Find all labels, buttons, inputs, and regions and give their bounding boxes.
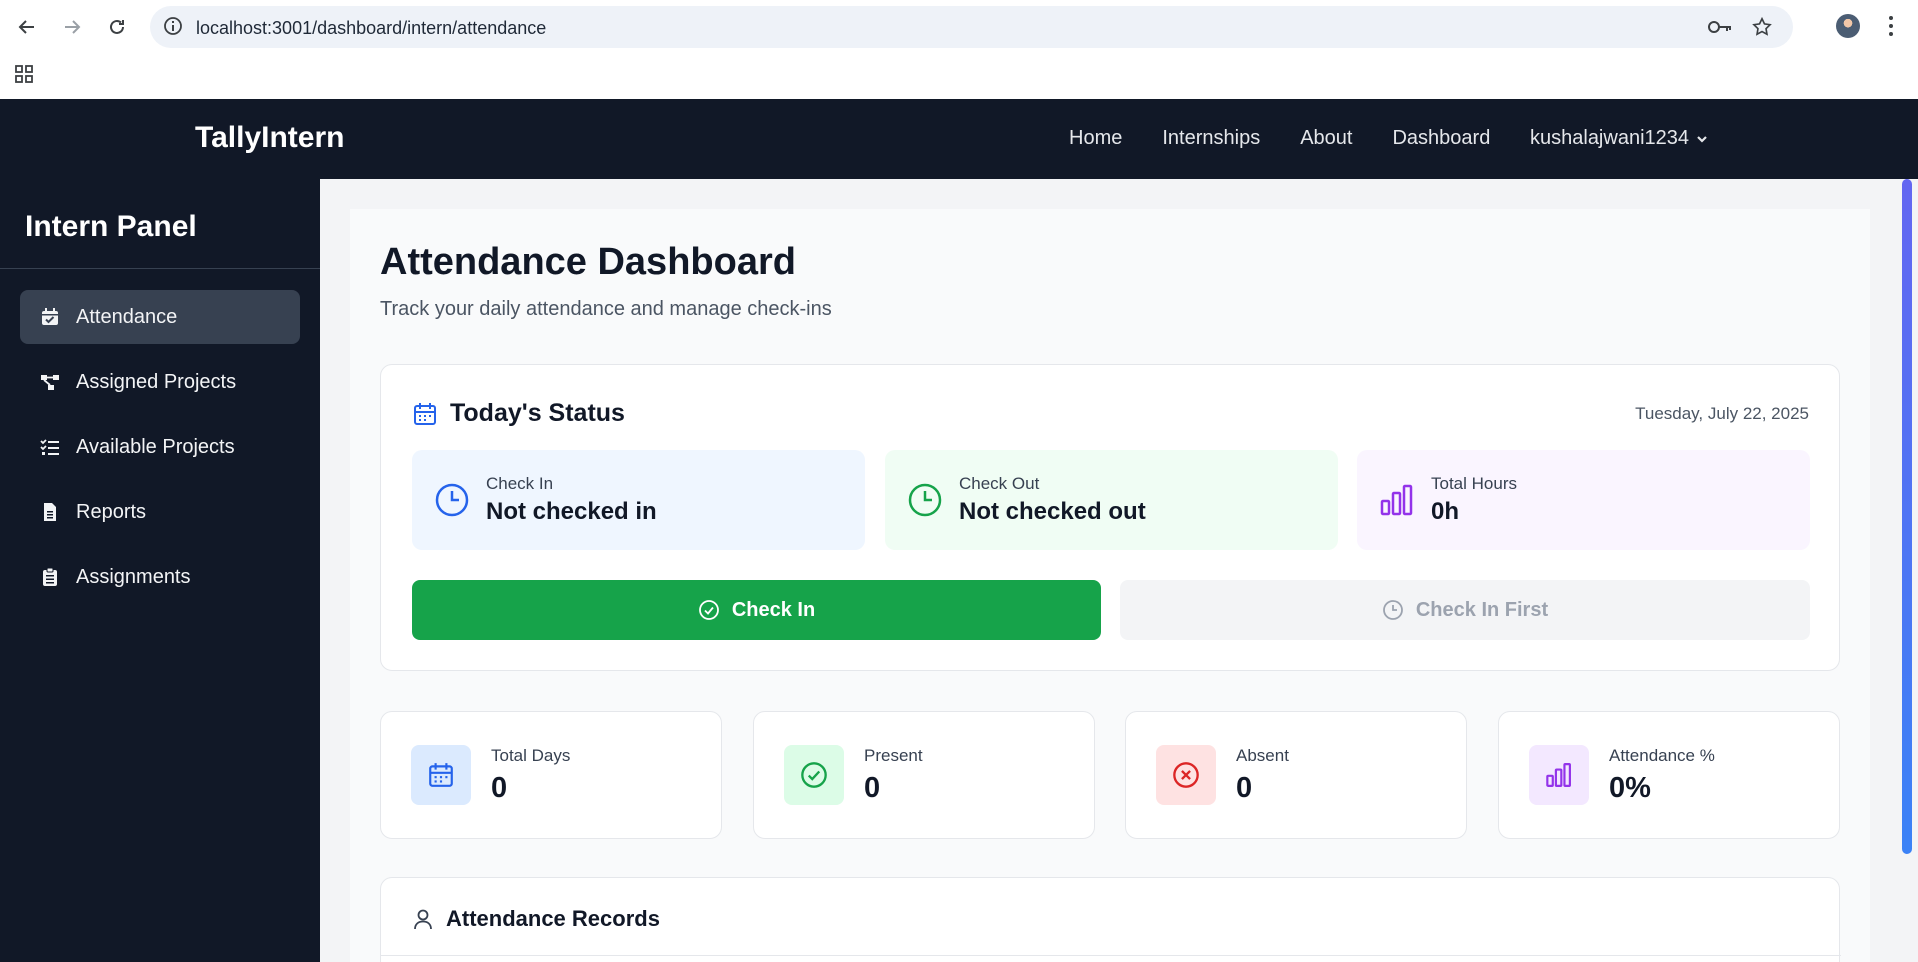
attendance-records-heading: Attendance Records <box>412 906 660 932</box>
chevron-down-icon <box>1697 135 1707 143</box>
nav-home[interactable]: Home <box>1069 127 1122 150</box>
stat-attendance-percent: Attendance % 0% <box>1498 711 1840 839</box>
check-out-tile: Check Out Not checked out <box>885 450 1338 550</box>
address-bar[interactable]: localhost:3001/dashboard/intern/attendan… <box>150 6 1793 48</box>
stat-value: 0 <box>864 772 881 804</box>
records-divider <box>381 955 1841 956</box>
sidebar-item-label: Available Projects <box>76 435 235 458</box>
sidebar-item-label: Assignments <box>76 565 191 588</box>
project-diagram-icon <box>41 375 59 390</box>
sidebar-item-label: Reports <box>76 500 147 523</box>
page-title: Attendance Dashboard <box>380 241 796 283</box>
stat-label: Attendance % <box>1609 746 1715 765</box>
stat-label: Present <box>864 746 923 765</box>
sidebar-item-attendance[interactable]: Attendance <box>20 290 300 344</box>
forward-icon[interactable] <box>59 14 85 40</box>
calendar-icon <box>414 402 436 425</box>
sidebar: Intern Panel Attendance Assigned Project… <box>0 179 320 962</box>
check-out-button-label: Check In First <box>1415 598 1549 621</box>
user-menu[interactable]: kushalajwani1234 <box>1530 127 1709 150</box>
clock-icon <box>435 483 469 517</box>
page-subtitle: Track your daily attendance and manage c… <box>380 298 832 320</box>
file-icon <box>44 503 56 521</box>
check-out-value: Not checked out <box>959 498 1146 525</box>
todays-status-heading: Today's Status <box>412 399 625 428</box>
stat-value: 0 <box>1236 772 1253 804</box>
stat-total-days: Total Days 0 <box>380 711 722 839</box>
clock-icon <box>908 483 942 517</box>
check-circle-icon <box>698 600 719 620</box>
check-in-label: Check In <box>486 474 554 493</box>
user-icon <box>414 909 432 930</box>
sidebar-divider <box>0 268 320 269</box>
apps-grid-icon[interactable] <box>14 64 34 89</box>
sidebar-title: Intern Panel <box>25 210 197 243</box>
page-scrollbar[interactable] <box>1902 179 1912 854</box>
top-navbar: TallyIntern Home Internships About Dashb… <box>0 99 1918 179</box>
user-name: kushalajwani1234 <box>1530 127 1690 149</box>
clock-icon <box>1382 600 1403 620</box>
calendar-icon <box>411 745 471 805</box>
brand-logo[interactable]: TallyIntern <box>195 121 344 155</box>
check-out-label: Check Out <box>959 474 1040 493</box>
nav-dashboard[interactable]: Dashboard <box>1392 127 1490 150</box>
nav-internships[interactable]: Internships <box>1162 127 1260 150</box>
calendar-check-icon <box>42 308 58 325</box>
check-circle-icon <box>784 745 844 805</box>
stat-label: Total Days <box>491 746 571 765</box>
today-date: Tuesday, July 22, 2025 <box>1635 404 1809 423</box>
stat-label: Absent <box>1236 746 1289 765</box>
check-in-button[interactable]: Check In <box>412 580 1101 640</box>
todays-status-title: Today's Status <box>450 399 625 427</box>
list-check-icon <box>40 439 59 455</box>
sidebar-item-reports[interactable]: Reports <box>20 485 300 539</box>
check-in-value: Not checked in <box>486 498 657 525</box>
attendance-records-card: Attendance Records <box>380 877 1841 962</box>
password-key-icon[interactable] <box>1707 17 1733 42</box>
stat-value: 0% <box>1609 772 1651 804</box>
reload-icon[interactable] <box>104 14 130 40</box>
todays-status-card: Today's Status Tuesday, July 22, 2025 Ch… <box>380 364 1840 671</box>
check-in-button-label: Check In <box>731 598 816 621</box>
sidebar-item-label: Attendance <box>76 305 178 328</box>
profile-avatar[interactable] <box>1836 14 1860 38</box>
sidebar-item-label: Assigned Projects <box>76 370 237 393</box>
sidebar-item-available-projects[interactable]: Available Projects <box>20 420 300 474</box>
browser-chrome: localhost:3001/dashboard/intern/attendan… <box>0 0 1918 99</box>
site-info-icon[interactable] <box>162 15 184 42</box>
sidebar-item-assigned-projects[interactable]: Assigned Projects <box>20 355 300 409</box>
total-hours-value: 0h <box>1431 498 1460 525</box>
stat-present: Present 0 <box>753 711 1095 839</box>
check-in-tile: Check In Not checked in <box>412 450 865 550</box>
sidebar-item-assignments[interactable]: Assignments <box>20 550 300 604</box>
nav-about[interactable]: About <box>1300 127 1352 150</box>
clipboard-icon <box>43 567 57 586</box>
bar-chart-icon <box>1529 745 1589 805</box>
nav-links: Home Internships About Dashboard <box>1069 127 1530 150</box>
url-text: localhost:3001/dashboard/intern/attendan… <box>196 18 547 38</box>
total-hours-label: Total Hours <box>1431 474 1517 493</box>
check-out-button[interactable]: Check In First <box>1120 580 1810 640</box>
attendance-records-title: Attendance Records <box>446 906 660 931</box>
bookmark-star-icon[interactable] <box>1751 16 1773 43</box>
stat-absent: Absent 0 <box>1125 711 1467 839</box>
total-hours-tile: Total Hours 0h <box>1357 450 1810 550</box>
bar-chart-icon <box>1380 484 1413 516</box>
browser-menu-icon[interactable] <box>1888 14 1894 38</box>
back-icon[interactable] <box>14 14 40 40</box>
x-circle-icon <box>1156 745 1216 805</box>
stat-value: 0 <box>491 772 508 804</box>
